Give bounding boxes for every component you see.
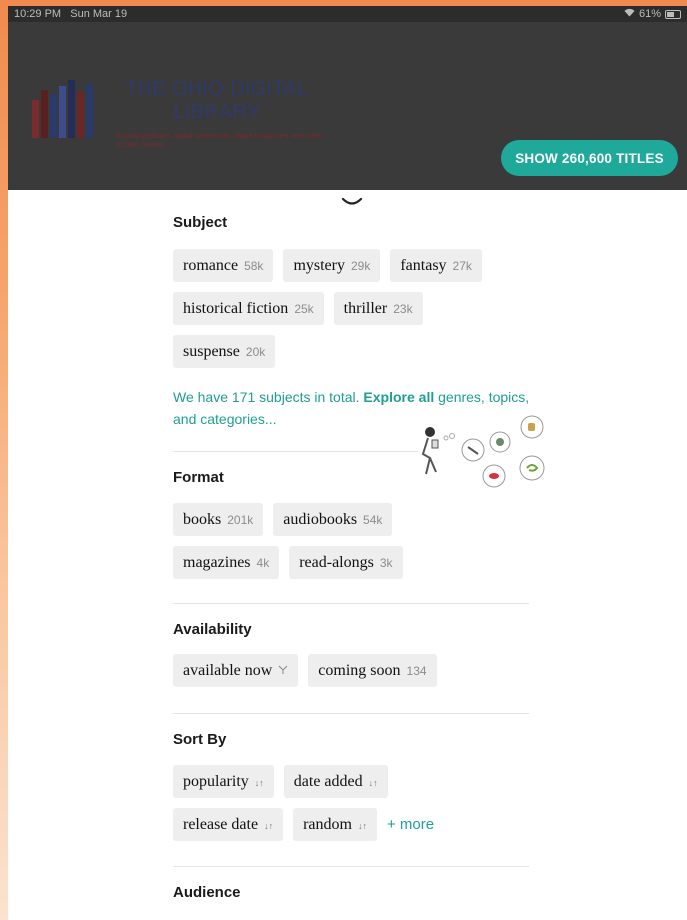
explore-text-pre: We have 171 subjects in total. bbox=[173, 389, 364, 405]
chip-label: magazines bbox=[183, 554, 251, 571]
sort-arrows-icon: ↓↑ bbox=[357, 821, 367, 831]
chip-label: fantasy bbox=[400, 257, 447, 274]
chip-suspense[interactable]: suspense 20k bbox=[173, 335, 276, 368]
sort-by-section: Sort By bbox=[173, 731, 533, 748]
subject-title: Subject bbox=[173, 214, 228, 231]
chip-count: 20k bbox=[245, 345, 266, 359]
chip-date-added[interactable]: date added ↓↑ bbox=[283, 765, 388, 798]
chip-fantasy[interactable]: fantasy 27k bbox=[390, 249, 482, 282]
chip-coming-soon[interactable]: coming soon 134 bbox=[308, 654, 437, 687]
chip-available-now[interactable]: available now bbox=[173, 654, 299, 689]
chip-label: release date bbox=[183, 816, 259, 833]
chip-read-alongs[interactable]: read-alongs 3k bbox=[289, 546, 403, 579]
chip-label: books bbox=[183, 511, 222, 528]
availability-section: Availability bbox=[173, 621, 533, 638]
availability-chips: available now coming soon 134 bbox=[173, 654, 533, 687]
sort-by-title: Sort By bbox=[173, 731, 227, 748]
chip-random[interactable]: random ↓↑ bbox=[293, 808, 377, 841]
chip-books[interactable]: books 201k bbox=[173, 503, 264, 536]
divider bbox=[173, 603, 529, 604]
chip-historical-fiction[interactable]: historical fiction 25k bbox=[173, 292, 324, 325]
format-chips: books 201k audiobooks 54k magazines 4k read… bbox=[173, 503, 533, 579]
chevron-down-icon[interactable] bbox=[341, 196, 363, 208]
library-tagline: Providing eBooks, digital audiobooks, di… bbox=[116, 133, 323, 149]
chip-release-date[interactable]: release date ↓↑ bbox=[173, 808, 284, 841]
person-reading-icon bbox=[421, 427, 439, 475]
chip-label: historical fiction bbox=[183, 300, 289, 317]
chip-popularity[interactable]: popularity ↓↑ bbox=[173, 765, 274, 798]
subject-section: Subject bbox=[173, 214, 533, 231]
chip-magazines[interactable]: magazines 4k bbox=[173, 546, 280, 579]
chip-audiobooks[interactable]: audiobooks 54k bbox=[273, 503, 393, 536]
chip-count: 58k bbox=[244, 259, 264, 273]
chip-count: 25k bbox=[294, 302, 314, 316]
chip-label: audiobooks bbox=[283, 511, 358, 528]
show-titles-button[interactable]: SHOW 260,600 TITLES bbox=[501, 140, 678, 176]
chip-count: 201k bbox=[227, 513, 254, 527]
sort-arrows-icon: ↓↑ bbox=[368, 778, 378, 788]
status-time: 10:29 PM bbox=[14, 8, 62, 20]
sort-arrows-icon: ↓↑ bbox=[264, 821, 274, 831]
chip-label: popularity bbox=[183, 773, 249, 790]
chip-label: coming soon bbox=[318, 662, 401, 679]
library-title: THE OHIO DIGITAL LIBRARY bbox=[125, 78, 309, 123]
subject-chips: romance 58k mystery 29k fantasy 27k histori… bbox=[173, 249, 533, 368]
format-section: Format bbox=[173, 469, 533, 486]
battery-icon bbox=[665, 9, 681, 19]
chip-thriller[interactable]: thriller 23k bbox=[333, 292, 423, 325]
status-bar: 10:29 PM Sun Mar 19 61% bbox=[8, 6, 687, 22]
status-date: Sun Mar 19 bbox=[70, 8, 128, 20]
chip-count: 4k bbox=[256, 556, 270, 570]
chip-label: read-alongs bbox=[299, 554, 374, 571]
chip-label: romance bbox=[183, 257, 239, 274]
divider bbox=[173, 713, 529, 714]
explore-all-link[interactable]: Explore all bbox=[363, 389, 434, 405]
chip-count: 134 bbox=[406, 664, 427, 678]
divider bbox=[173, 451, 418, 452]
wifi-icon bbox=[624, 8, 635, 20]
more-sort-link[interactable]: + more bbox=[387, 808, 434, 841]
chip-count: 54k bbox=[363, 513, 383, 527]
chip-mystery[interactable]: mystery 29k bbox=[283, 249, 381, 282]
sort-by-chips: popularity ↓↑ date added ↓↑ release date ↓↑… bbox=[173, 765, 533, 841]
chip-label: thriller bbox=[343, 300, 388, 317]
filter-icon bbox=[278, 656, 288, 689]
chip-count: 27k bbox=[452, 259, 472, 273]
format-title: Format bbox=[173, 469, 224, 486]
library-logo bbox=[30, 76, 100, 138]
chip-count: 23k bbox=[393, 302, 413, 316]
battery-percent: 61% bbox=[638, 8, 661, 20]
chip-romance[interactable]: romance 58k bbox=[173, 249, 274, 282]
sort-arrows-icon: ↓↑ bbox=[254, 778, 264, 788]
filter-sheet: Subject romance 58k mystery 29k fantasy 27k… bbox=[8, 190, 687, 920]
chip-label: available now bbox=[183, 662, 273, 679]
divider bbox=[173, 866, 529, 867]
chip-label: mystery bbox=[293, 257, 345, 274]
chip-label: date added bbox=[293, 773, 363, 790]
audience-title: Audience bbox=[173, 884, 241, 901]
chip-label: suspense bbox=[183, 343, 240, 360]
chip-count: 29k bbox=[350, 259, 371, 273]
availability-title: Availability bbox=[173, 621, 252, 638]
chip-label: random bbox=[303, 816, 352, 833]
audience-section: Audience bbox=[173, 884, 533, 901]
chip-count: 3k bbox=[379, 556, 393, 570]
